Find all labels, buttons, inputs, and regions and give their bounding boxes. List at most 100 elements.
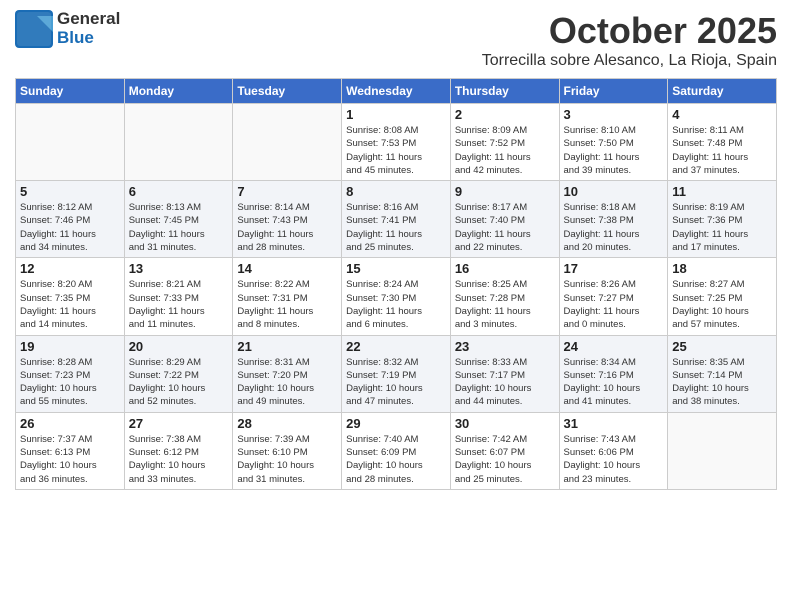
day-info: Sunrise: 8:09 AM Sunset: 7:52 PM Dayligh… (455, 124, 555, 177)
day-info: Sunrise: 8:34 AM Sunset: 7:16 PM Dayligh… (564, 356, 664, 409)
day-number: 19 (20, 339, 120, 354)
day-number: 28 (237, 416, 337, 431)
day-info: Sunrise: 7:38 AM Sunset: 6:12 PM Dayligh… (129, 433, 229, 486)
day-number: 15 (346, 261, 446, 276)
calendar-week-row: 5 Sunrise: 8:12 AM Sunset: 7:46 PM Daylig… (16, 181, 777, 258)
day-info: Sunrise: 8:35 AM Sunset: 7:14 PM Dayligh… (672, 356, 772, 409)
day-number: 18 (672, 261, 772, 276)
calendar-cell: 8 Sunrise: 8:16 AM Sunset: 7:41 PM Daylig… (342, 181, 451, 258)
calendar-cell: 4Sunrise: 8:11 AM Sunset: 7:48 PM Daylig… (668, 104, 777, 181)
day-info: Sunrise: 7:40 AM Sunset: 6:09 PM Dayligh… (346, 433, 446, 486)
calendar-body: 1Sunrise: 8:08 AM Sunset: 7:53 PM Daylig… (16, 104, 777, 490)
day-info: Sunrise: 8:25 AM Sunset: 7:28 PM Dayligh… (455, 278, 555, 331)
day-number: 8 (346, 184, 446, 199)
day-number: 26 (20, 416, 120, 431)
day-number: 9 (455, 184, 555, 199)
weekday-header: Sunday (16, 79, 125, 104)
weekday-header: Wednesday (342, 79, 451, 104)
calendar-cell: 26 Sunrise: 7:37 AM Sunset: 6:13 PM Dayli… (16, 412, 125, 489)
calendar-cell: 3Sunrise: 8:10 AM Sunset: 7:50 PM Daylig… (559, 104, 668, 181)
calendar-cell: 23 Sunrise: 8:33 AM Sunset: 7:17 PM Dayli… (450, 335, 559, 412)
calendar-cell: 24 Sunrise: 8:34 AM Sunset: 7:16 PM Dayli… (559, 335, 668, 412)
header: General Blue October 2025 Torrecilla sob… (15, 10, 777, 70)
day-info: Sunrise: 8:27 AM Sunset: 7:25 PM Dayligh… (672, 278, 772, 331)
weekday-header: Thursday (450, 79, 559, 104)
day-number: 27 (129, 416, 229, 431)
day-number: 31 (564, 416, 664, 431)
day-info: Sunrise: 8:12 AM Sunset: 7:46 PM Dayligh… (20, 201, 120, 254)
weekday-header: Friday (559, 79, 668, 104)
calendar-cell: 11Sunrise: 8:19 AM Sunset: 7:36 PM Dayli… (668, 181, 777, 258)
calendar-cell: 1Sunrise: 8:08 AM Sunset: 7:53 PM Daylig… (342, 104, 451, 181)
day-info: Sunrise: 8:18 AM Sunset: 7:38 PM Dayligh… (564, 201, 664, 254)
calendar-cell: 17 Sunrise: 8:26 AM Sunset: 7:27 PM Dayli… (559, 258, 668, 335)
calendar-cell: 29 Sunrise: 7:40 AM Sunset: 6:09 PM Dayli… (342, 412, 451, 489)
day-info: Sunrise: 7:42 AM Sunset: 6:07 PM Dayligh… (455, 433, 555, 486)
logo-general: General (57, 10, 120, 29)
day-info: Sunrise: 8:16 AM Sunset: 7:41 PM Dayligh… (346, 201, 446, 254)
calendar-cell: 6 Sunrise: 8:13 AM Sunset: 7:45 PM Daylig… (124, 181, 233, 258)
day-info: Sunrise: 8:22 AM Sunset: 7:31 PM Dayligh… (237, 278, 337, 331)
page: General Blue October 2025 Torrecilla sob… (0, 0, 792, 500)
day-info: Sunrise: 8:29 AM Sunset: 7:22 PM Dayligh… (129, 356, 229, 409)
day-number: 21 (237, 339, 337, 354)
calendar-cell: 19 Sunrise: 8:28 AM Sunset: 7:23 PM Dayli… (16, 335, 125, 412)
day-info: Sunrise: 8:31 AM Sunset: 7:20 PM Dayligh… (237, 356, 337, 409)
day-info: Sunrise: 8:24 AM Sunset: 7:30 PM Dayligh… (346, 278, 446, 331)
calendar-cell: 31 Sunrise: 7:43 AM Sunset: 6:06 PM Dayli… (559, 412, 668, 489)
day-number: 22 (346, 339, 446, 354)
calendar-cell: 10Sunrise: 8:18 AM Sunset: 7:38 PM Dayli… (559, 181, 668, 258)
day-number: 20 (129, 339, 229, 354)
logo-icon (15, 10, 53, 48)
day-number: 3 (564, 107, 664, 122)
day-number: 1 (346, 107, 446, 122)
calendar-cell: 30Sunrise: 7:42 AM Sunset: 6:07 PM Dayli… (450, 412, 559, 489)
logo-blue: Blue (57, 29, 120, 48)
day-info: Sunrise: 8:28 AM Sunset: 7:23 PM Dayligh… (20, 356, 120, 409)
weekday-header: Saturday (668, 79, 777, 104)
calendar-week-row: 19 Sunrise: 8:28 AM Sunset: 7:23 PM Dayli… (16, 335, 777, 412)
day-number: 23 (455, 339, 555, 354)
day-number: 17 (564, 261, 664, 276)
title-area: October 2025 Torrecilla sobre Alesanco, … (482, 10, 777, 70)
day-number: 24 (564, 339, 664, 354)
calendar-cell: 7 Sunrise: 8:14 AM Sunset: 7:43 PM Daylig… (233, 181, 342, 258)
calendar-cell: 22 Sunrise: 8:32 AM Sunset: 7:19 PM Dayli… (342, 335, 451, 412)
calendar-cell: 18 Sunrise: 8:27 AM Sunset: 7:25 PM Dayli… (668, 258, 777, 335)
day-info: Sunrise: 8:33 AM Sunset: 7:17 PM Dayligh… (455, 356, 555, 409)
day-info: Sunrise: 8:14 AM Sunset: 7:43 PM Dayligh… (237, 201, 337, 254)
day-number: 11 (672, 184, 772, 199)
location: Torrecilla sobre Alesanco, La Rioja, Spa… (482, 52, 777, 70)
calendar-cell: 5 Sunrise: 8:12 AM Sunset: 7:46 PM Daylig… (16, 181, 125, 258)
calendar-cell: 15 Sunrise: 8:24 AM Sunset: 7:30 PM Dayli… (342, 258, 451, 335)
calendar-cell: 21 Sunrise: 8:31 AM Sunset: 7:20 PM Dayli… (233, 335, 342, 412)
calendar-header: SundayMondayTuesdayWednesdayThursdayFrid… (16, 79, 777, 104)
day-number: 16 (455, 261, 555, 276)
day-number: 12 (20, 261, 120, 276)
calendar: SundayMondayTuesdayWednesdayThursdayFrid… (15, 78, 777, 490)
calendar-cell (668, 412, 777, 489)
day-info: Sunrise: 8:13 AM Sunset: 7:45 PM Dayligh… (129, 201, 229, 254)
day-number: 7 (237, 184, 337, 199)
day-info: Sunrise: 7:37 AM Sunset: 6:13 PM Dayligh… (20, 433, 120, 486)
day-info: Sunrise: 7:39 AM Sunset: 6:10 PM Dayligh… (237, 433, 337, 486)
calendar-cell: 27 Sunrise: 7:38 AM Sunset: 6:12 PM Dayli… (124, 412, 233, 489)
day-number: 2 (455, 107, 555, 122)
day-info: Sunrise: 7:43 AM Sunset: 6:06 PM Dayligh… (564, 433, 664, 486)
weekday-header: Tuesday (233, 79, 342, 104)
day-info: Sunrise: 8:26 AM Sunset: 7:27 PM Dayligh… (564, 278, 664, 331)
calendar-cell: 20 Sunrise: 8:29 AM Sunset: 7:22 PM Dayli… (124, 335, 233, 412)
day-info: Sunrise: 8:11 AM Sunset: 7:48 PM Dayligh… (672, 124, 772, 177)
calendar-cell: 13Sunrise: 8:21 AM Sunset: 7:33 PM Dayli… (124, 258, 233, 335)
day-info: Sunrise: 8:17 AM Sunset: 7:40 PM Dayligh… (455, 201, 555, 254)
calendar-cell: 25Sunrise: 8:35 AM Sunset: 7:14 PM Dayli… (668, 335, 777, 412)
day-number: 29 (346, 416, 446, 431)
calendar-week-row: 1Sunrise: 8:08 AM Sunset: 7:53 PM Daylig… (16, 104, 777, 181)
weekday-header: Monday (124, 79, 233, 104)
calendar-cell (16, 104, 125, 181)
calendar-cell: 16 Sunrise: 8:25 AM Sunset: 7:28 PM Dayli… (450, 258, 559, 335)
day-number: 5 (20, 184, 120, 199)
day-number: 6 (129, 184, 229, 199)
day-number: 14 (237, 261, 337, 276)
day-info: Sunrise: 8:32 AM Sunset: 7:19 PM Dayligh… (346, 356, 446, 409)
